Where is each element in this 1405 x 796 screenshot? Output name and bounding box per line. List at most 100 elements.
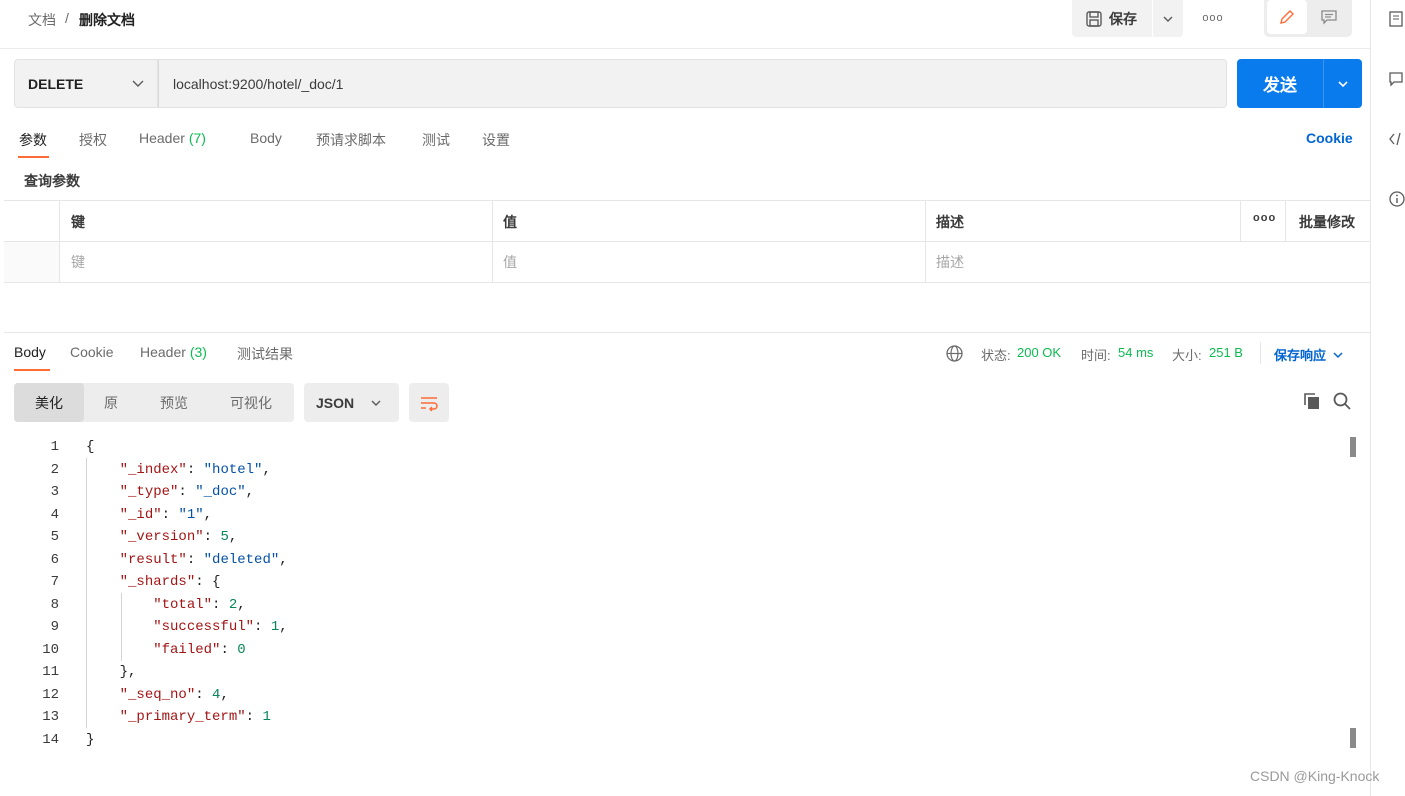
code-line: "_seq_no": 4, <box>86 684 1336 707</box>
view-preview-button[interactable]: 预览 <box>144 383 204 422</box>
comments-icon[interactable] <box>1388 70 1405 88</box>
json-punctuation: , <box>279 619 288 635</box>
line-numbers: 1 2 3 4 5 6 7 8 9 10 11 12 13 14 <box>14 436 59 751</box>
tab-tests[interactable]: 测试 <box>422 130 450 150</box>
breadcrumb-parent[interactable]: 文档 <box>28 10 56 30</box>
response-body[interactable]: { "_index": "hotel", "_type": "_doc", "_… <box>86 436 1336 751</box>
tab-headers-label: Header <box>139 130 185 146</box>
scrollbar-thumb[interactable] <box>1350 437 1356 457</box>
line-number: 5 <box>50 529 59 545</box>
json-number: 0 <box>237 641 246 658</box>
size-label: 大小: <box>1172 348 1202 363</box>
code-line: "_id": "1", <box>86 504 1336 527</box>
info-icon[interactable] <box>1388 190 1405 208</box>
param-value-input[interactable]: 值 <box>503 252 517 272</box>
line-number: 10 <box>42 641 59 658</box>
url-value: localhost:9200/hotel/_doc/1 <box>173 75 344 92</box>
view-pretty-button[interactable]: 美化 <box>14 383 84 422</box>
more-icon: ooo <box>1202 12 1224 24</box>
json-punctuation: : <box>203 529 221 545</box>
status-label: 状态: <box>981 348 1011 363</box>
table-bottom-border <box>4 282 1370 283</box>
response-tab-headers[interactable]: Header (3) <box>140 344 207 360</box>
status-divider <box>1260 342 1261 364</box>
bulk-edit-button[interactable]: 批量修改 <box>1299 212 1355 232</box>
table-top-border <box>4 200 1370 201</box>
send-options-button[interactable] <box>1324 59 1362 108</box>
code-line: "_version": 5, <box>86 526 1336 549</box>
indent-guide <box>121 593 122 661</box>
json-punctuation: , <box>203 506 213 523</box>
time-value: 54 ms <box>1118 345 1154 360</box>
format-value: JSON <box>316 394 355 411</box>
breadcrumb-current[interactable]: 删除文档 <box>79 10 135 30</box>
param-description-input[interactable]: 描述 <box>936 252 964 272</box>
response-tab-body[interactable]: Body <box>14 344 46 360</box>
json-string: "deleted" <box>203 551 280 568</box>
response-tab-test-results[interactable]: 测试结果 <box>237 344 293 364</box>
chevron-down-icon <box>1333 351 1343 358</box>
active-response-tab-indicator <box>14 369 50 371</box>
tab-headers[interactable]: Header (7) <box>139 130 206 146</box>
code-icon[interactable] <box>1388 130 1405 148</box>
param-key-input[interactable]: 键 <box>71 252 85 272</box>
column-header-key: 键 <box>71 214 85 230</box>
method-value: DELETE <box>28 75 84 92</box>
more-options-button[interactable]: ooo <box>1196 8 1230 28</box>
save-response-button[interactable]: 保存响应 <box>1274 345 1344 364</box>
json-key: "failed" <box>153 641 221 658</box>
json-punctuation: , <box>279 551 288 568</box>
view-raw-button[interactable]: 原 <box>88 383 134 422</box>
json-punctuation: : <box>254 619 271 635</box>
url-input[interactable]: localhost:9200/hotel/_doc/1 <box>158 59 1227 108</box>
scrollbar-thumb[interactable] <box>1350 728 1356 748</box>
tab-params[interactable]: 参数 <box>19 130 47 150</box>
code-line: "_primary_term": 1 <box>86 706 1336 729</box>
save-options-button[interactable] <box>1153 0 1183 37</box>
code-line: { <box>86 436 1336 459</box>
globe-icon[interactable] <box>945 344 964 363</box>
search-icon[interactable] <box>1332 391 1352 411</box>
view-visualize-button[interactable]: 可视化 <box>214 383 288 422</box>
pencil-icon <box>1280 10 1294 24</box>
format-select[interactable]: JSON <box>304 383 399 422</box>
json-punctuation: : { <box>195 574 221 590</box>
status-value: 200 OK <box>1017 345 1062 360</box>
view-raw-label: 原 <box>104 394 118 411</box>
send-button[interactable]: 发送 <box>1237 59 1323 108</box>
json-punctuation: : <box>186 461 204 478</box>
code-line: "successful": 1, <box>86 616 1336 639</box>
code-line: }, <box>86 661 1336 684</box>
tab-body[interactable]: Body <box>250 130 282 146</box>
table-col-divider <box>925 200 926 283</box>
view-pretty-label: 美化 <box>35 394 63 411</box>
json-number: 5 <box>220 529 229 545</box>
row-handle[interactable] <box>4 242 59 282</box>
comment-mode-button[interactable] <box>1309 0 1349 34</box>
response-tab-cookies[interactable]: Cookie <box>70 344 114 360</box>
line-number: 6 <box>50 551 59 568</box>
table-header-border <box>4 241 1370 242</box>
save-label: 保存 <box>1109 10 1137 27</box>
column-options-button[interactable]: ooo <box>1253 212 1276 224</box>
json-punctuation: , <box>262 461 271 478</box>
line-number: 8 <box>50 596 59 613</box>
json-punctuation: : <box>178 484 196 500</box>
line-number: 9 <box>50 619 59 635</box>
indent-guide <box>86 458 87 728</box>
right-sidebar <box>1370 0 1405 796</box>
edit-mode-button[interactable] <box>1267 0 1307 34</box>
save-button[interactable]: 保存 <box>1072 0 1150 37</box>
wrap-icon <box>421 396 438 412</box>
wrap-lines-button[interactable] <box>409 383 449 422</box>
copy-icon[interactable] <box>1302 391 1322 411</box>
line-number: 11 <box>42 664 59 680</box>
code-line: "total": 2, <box>86 594 1336 617</box>
code-line: } <box>86 729 1336 752</box>
tab-settings[interactable]: 设置 <box>482 130 510 150</box>
tab-pre-request-script[interactable]: 预请求脚本 <box>316 130 386 150</box>
tab-auth[interactable]: 授权 <box>79 130 107 150</box>
documentation-icon[interactable] <box>1388 10 1405 28</box>
code-line: "_shards": { <box>86 571 1336 594</box>
cookies-link[interactable]: Cookie <box>1306 130 1353 146</box>
